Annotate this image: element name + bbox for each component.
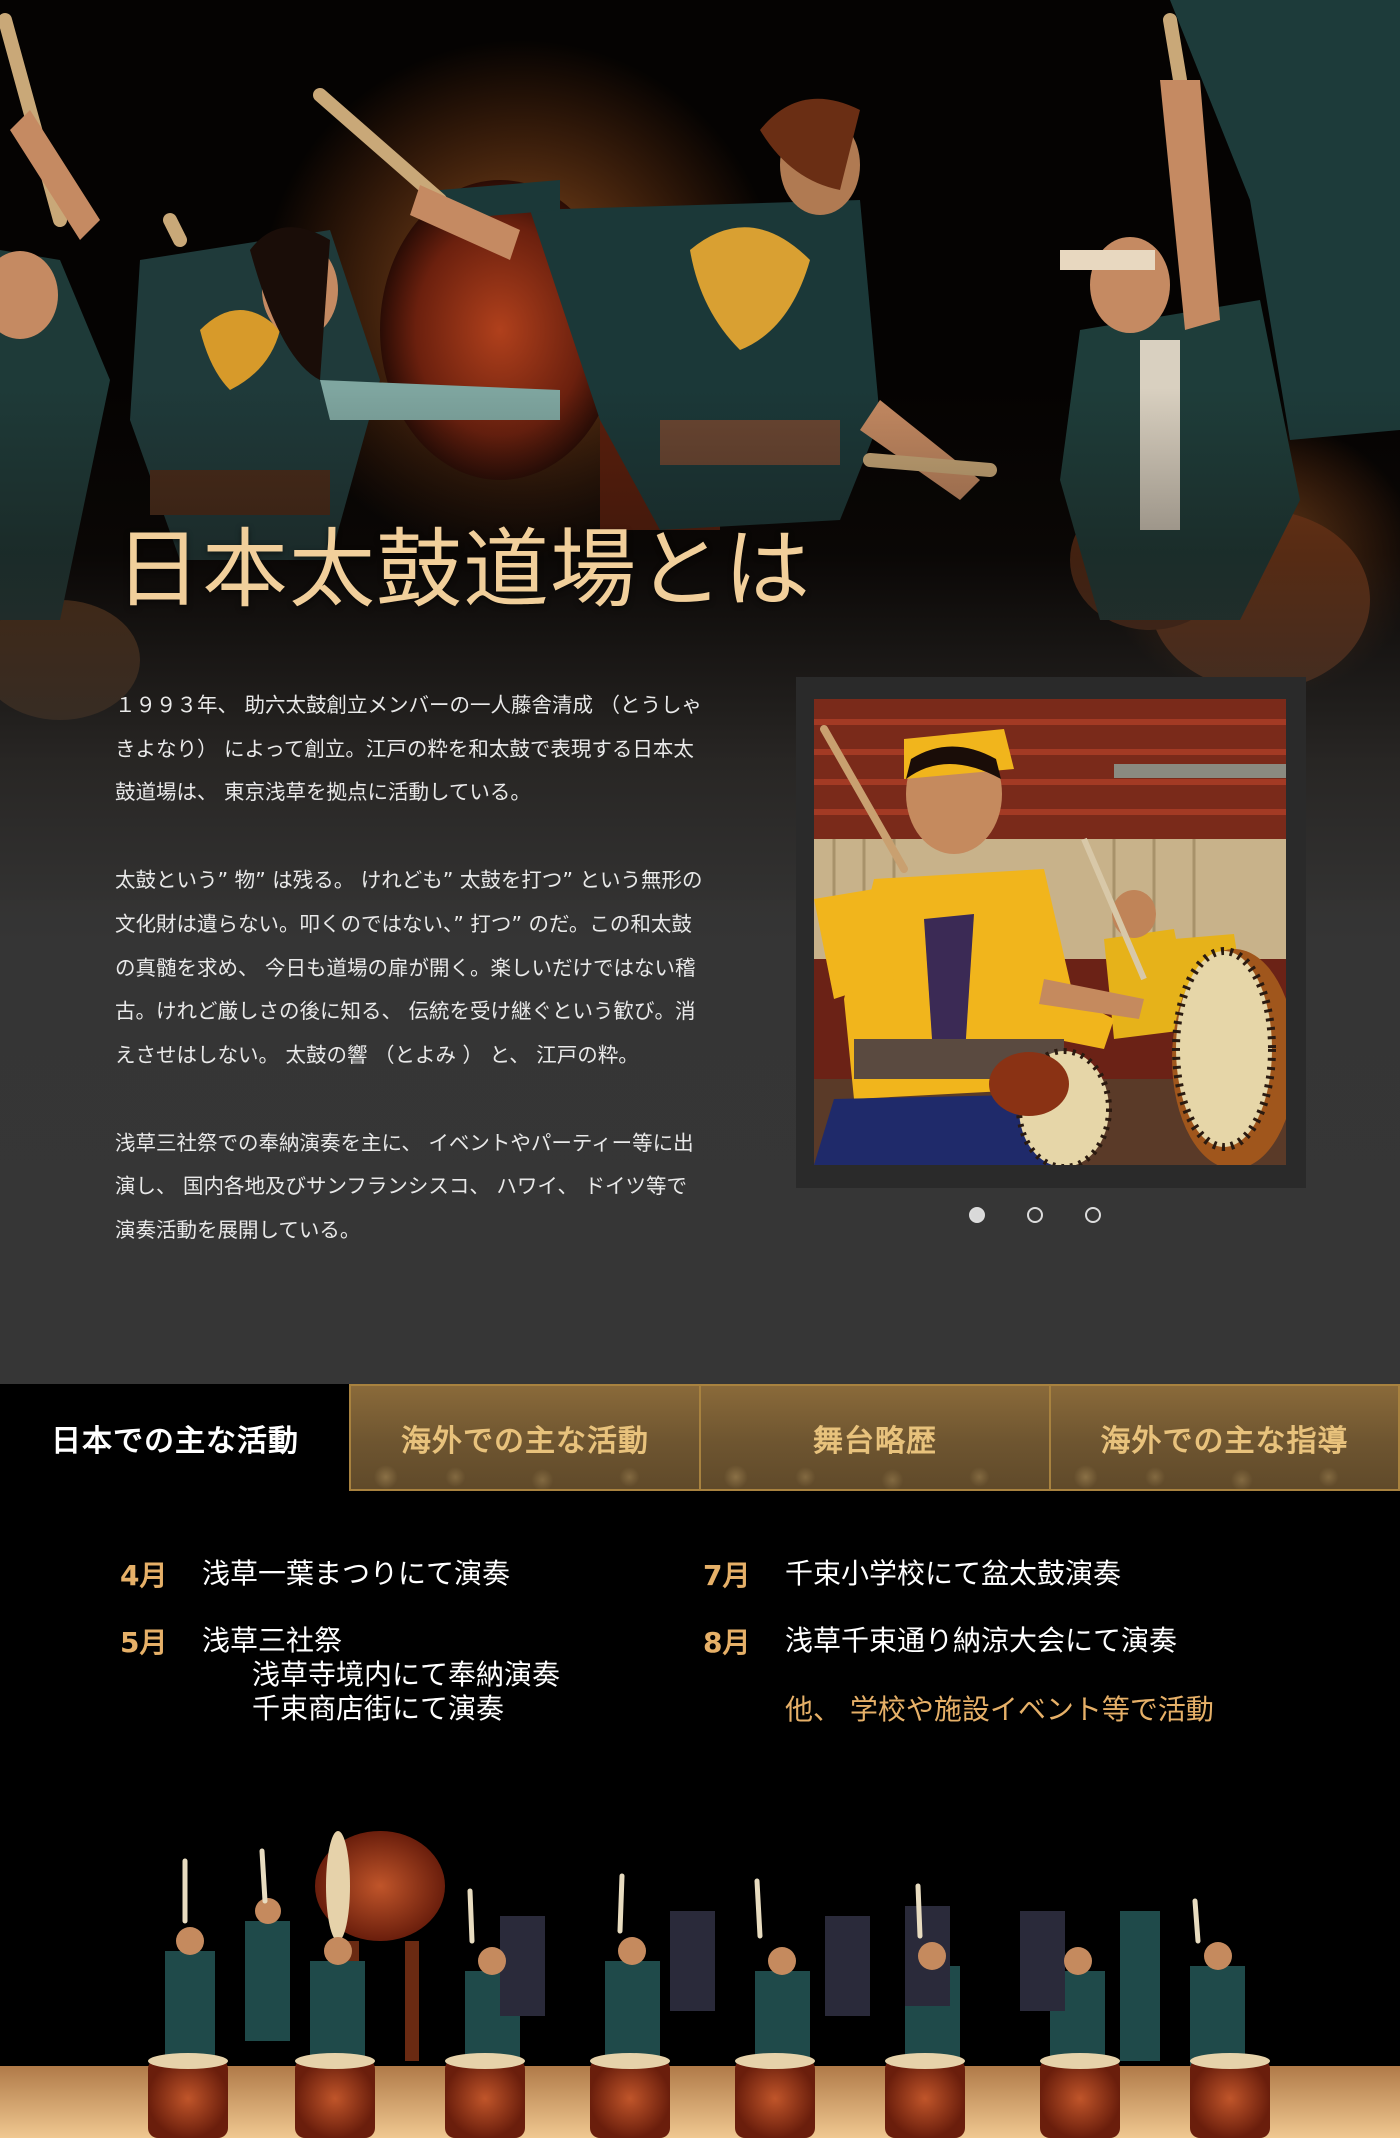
activity-line: 浅草千束通り納涼大会にて演奏 xyxy=(785,1624,1178,1657)
activity-line: 浅草寺境内にて奉納演奏 xyxy=(252,1658,561,1691)
carousel-slide-image xyxy=(814,699,1286,1165)
hero-section: 日本太鼓道場とは １９９３年、 助六太鼓創立メンバーの一人藤舎清成 （とうしゃき… xyxy=(0,0,1400,1385)
activity-tabs: 日本での主な活動 海外での主な活動 舞台略歴 海外での主な指導 xyxy=(0,1384,1400,1491)
tab-stage-history[interactable]: 舞台略歴 xyxy=(699,1384,1051,1491)
activity-panel: 4月 浅草一葉まつりにて演奏 5月 浅草三社祭 浅草寺境内にて奉納演奏 千束商店… xyxy=(0,1491,1400,2138)
carousel-pagination xyxy=(969,1207,1149,1233)
activity-details: 浅草千束通り納涼大会にて演奏 xyxy=(785,1624,1177,1658)
carousel-dot-1[interactable] xyxy=(969,1207,985,1223)
carousel-dot-2[interactable] xyxy=(1027,1207,1043,1223)
tab-japan-activities[interactable]: 日本での主な活動 xyxy=(0,1384,350,1491)
activity-line: 浅草三社祭 xyxy=(202,1624,343,1657)
tab-label: 日本での主な活動 xyxy=(51,1423,299,1459)
intro-paragraph-3: 浅草三社祭での奉納演奏を主に、 イベントやパーティー等に出演し、 国内各地及びサ… xyxy=(115,1130,694,1243)
activity-item: 5月 浅草三社祭 浅草寺境内にて奉納演奏 千束商店街にて演奏 xyxy=(120,1624,680,1726)
activity-details: 浅草一葉まつりにて演奏 xyxy=(202,1557,510,1591)
intro-text: １９９３年、 助六太鼓創立メンバーの一人藤舎清成 （とうしゃきよなり） によって… xyxy=(115,684,705,1297)
activity-column-left: 4月 浅草一葉まつりにて演奏 5月 浅草三社祭 浅草寺境内にて奉納演奏 千束商店… xyxy=(120,1557,680,1756)
page-title: 日本太鼓道場とは xyxy=(115,520,811,620)
activity-line: 千束小学校にて盆太鼓演奏 xyxy=(785,1557,1122,1590)
intro-paragraph-1: １９９３年、 助六太鼓創立メンバーの一人藤舎清成 （とうしゃきよなり） によって… xyxy=(115,693,703,805)
tab-label: 海外での主な活動 xyxy=(401,1423,649,1459)
activity-details: 千束小学校にて盆太鼓演奏 xyxy=(785,1557,1121,1591)
activity-line: 千束商店街にて演奏 xyxy=(252,1692,505,1725)
activity-other-note: 他、 学校や施設イベント等で活動 xyxy=(785,1693,1214,1726)
stage-performance-image xyxy=(0,1791,1400,2138)
intro-paragraph-2: 太鼓という” 物” は残る。 けれども” 太鼓を打つ” という無形の文化財は遺ら… xyxy=(115,868,703,1067)
activity-month: 8月 xyxy=(703,1626,751,1659)
activity-line: 浅草一葉まつりにて演奏 xyxy=(202,1557,511,1590)
carousel xyxy=(796,677,1306,1188)
tab-overseas-activities[interactable]: 海外での主な活動 xyxy=(349,1384,701,1491)
tab-label: 舞台略歴 xyxy=(813,1423,937,1459)
tab-label: 海外での主な指導 xyxy=(1100,1423,1349,1459)
activity-item: 8月 浅草千束通り納涼大会にて演奏 xyxy=(703,1624,1323,1661)
activity-column-right: 7月 千束小学校にて盆太鼓演奏 8月 浅草千束通り納涼大会にて演奏 他、 学校や… xyxy=(703,1557,1323,1728)
activity-item: 7月 千束小学校にて盆太鼓演奏 xyxy=(703,1557,1323,1594)
tab-overseas-teaching[interactable]: 海外での主な指導 xyxy=(1049,1384,1400,1491)
activity-month: 7月 xyxy=(703,1559,751,1592)
activity-month: 5月 xyxy=(120,1626,168,1659)
activity-details: 浅草三社祭 浅草寺境内にて奉納演奏 千束商店街にて演奏 xyxy=(202,1624,560,1726)
activity-month: 4月 xyxy=(120,1559,168,1592)
drummer-photo xyxy=(814,699,1286,1165)
page: 日本太鼓道場とは １９９３年、 助六太鼓創立メンバーの一人藤舎清成 （とうしゃき… xyxy=(0,0,1400,2138)
activity-item: 4月 浅草一葉まつりにて演奏 xyxy=(120,1557,680,1594)
carousel-dot-3[interactable] xyxy=(1085,1207,1101,1223)
